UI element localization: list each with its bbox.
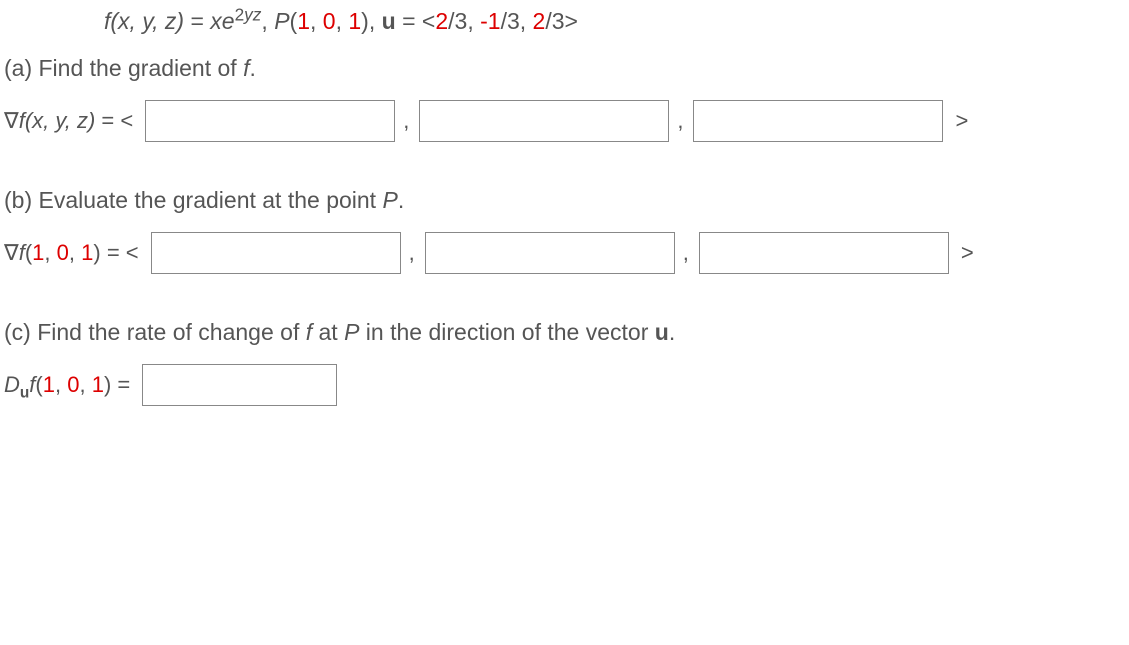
part-a-input-2[interactable] <box>419 100 669 142</box>
part-c-text2: at <box>312 319 344 345</box>
part-b-input-2[interactable] <box>425 232 675 274</box>
part-c-u: u <box>655 319 669 345</box>
u-eq: = <box>396 8 422 34</box>
rhs-e: e <box>222 8 235 34</box>
func-args: (x, y, z) <box>110 8 184 34</box>
exp-2: 2 <box>235 4 245 24</box>
part-b-P: P <box>382 187 397 213</box>
duf-eq: = <box>111 372 130 397</box>
P-c1: , <box>310 8 323 34</box>
gb-1: 1 <box>32 240 44 265</box>
gb-2: 0 <box>57 240 69 265</box>
P-label: P <box>274 8 289 34</box>
part-c-label: (c) Find the rate of change of f at P in… <box>4 319 1125 346</box>
part-a-input-1[interactable] <box>145 100 395 142</box>
grad-eq: = < <box>95 108 133 133</box>
u-open: < <box>422 8 435 34</box>
u-close: > <box>565 8 578 34</box>
part-a-period: . <box>249 55 255 81</box>
part-a-close: > <box>955 108 968 134</box>
gb-c2: , <box>69 240 81 265</box>
u-c2: , <box>520 8 533 34</box>
exp-yz: yz <box>244 4 261 24</box>
part-b-input-3[interactable] <box>699 232 949 274</box>
P-close: ) <box>361 8 369 34</box>
u-subscript: u <box>20 384 29 401</box>
D-letter: D <box>4 372 20 397</box>
u2d: /3 <box>501 8 520 34</box>
u1d: /3 <box>448 8 467 34</box>
part-a-comma-2: , <box>677 108 683 134</box>
duf-open: ( <box>35 372 42 397</box>
exponent: 2yz <box>235 4 262 24</box>
u2n: -1 <box>480 8 500 34</box>
part-a-label: (a) Find the gradient of f. <box>4 55 1125 82</box>
duf-label: Duf(1, 0, 1) = <box>4 372 130 398</box>
part-b-input-1[interactable] <box>151 232 401 274</box>
part-b-period: . <box>398 187 404 213</box>
part-c-input[interactable] <box>142 364 337 406</box>
part-a-input-3[interactable] <box>693 100 943 142</box>
part-b-answer-row: ∇f(1, 0, 1) = < , , > <box>4 232 1125 274</box>
part-a-answer-row: ∇f(x, y, z) = < , , > <box>4 100 1125 142</box>
P-c2: , <box>336 8 349 34</box>
gb-close: ) <box>93 240 100 265</box>
part-c-text1: (c) Find the rate of change of <box>4 319 306 345</box>
nabla-icon: ∇ <box>4 108 19 133</box>
u-label: u <box>382 8 396 34</box>
gb-eq: = < <box>101 240 139 265</box>
part-a-comma-1: , <box>403 108 409 134</box>
duf-2: 0 <box>67 372 79 397</box>
gb-3: 1 <box>81 240 93 265</box>
part-b-close: > <box>961 240 974 266</box>
grad-f-xyz-label: ∇f(x, y, z) = < <box>4 108 133 134</box>
nabla-icon-b: ∇ <box>4 240 19 265</box>
u3d: /3 <box>545 8 564 34</box>
part-a-text: (a) Find the gradient of <box>4 55 243 81</box>
P-arg3: 1 <box>348 8 361 34</box>
u-c1: , <box>467 8 480 34</box>
part-b-label: (b) Evaluate the gradient at the point P… <box>4 187 1125 214</box>
part-c-period: . <box>669 319 675 345</box>
duf-c2: , <box>79 372 91 397</box>
u1n: 2 <box>435 8 448 34</box>
duf-3: 1 <box>92 372 104 397</box>
gb-c1: , <box>44 240 56 265</box>
rhs-x: x <box>210 8 222 34</box>
eq-sign: = <box>184 8 210 34</box>
part-c-text3: in the direction of the vector <box>359 319 654 345</box>
sep1: , <box>261 8 274 34</box>
part-b-comma-2: , <box>683 240 689 266</box>
problem-statement: f(x, y, z) = xe2yz, P(1, 0, 1), u = <2/3… <box>104 8 1125 35</box>
u3n: 2 <box>533 8 546 34</box>
part-b-text: (b) Evaluate the gradient at the point <box>4 187 382 213</box>
P-arg1: 1 <box>297 8 310 34</box>
sep2: , <box>369 8 382 34</box>
part-b-comma-1: , <box>409 240 415 266</box>
grad-args: (x, y, z) <box>25 108 95 133</box>
part-c-answer-row: Duf(1, 0, 1) = <box>4 364 1125 406</box>
duf-1: 1 <box>43 372 55 397</box>
duf-c1: , <box>55 372 67 397</box>
part-c-P: P <box>344 319 359 345</box>
grad-f-point-label: ∇f(1, 0, 1) = < <box>4 240 139 266</box>
P-arg2: 0 <box>323 8 336 34</box>
